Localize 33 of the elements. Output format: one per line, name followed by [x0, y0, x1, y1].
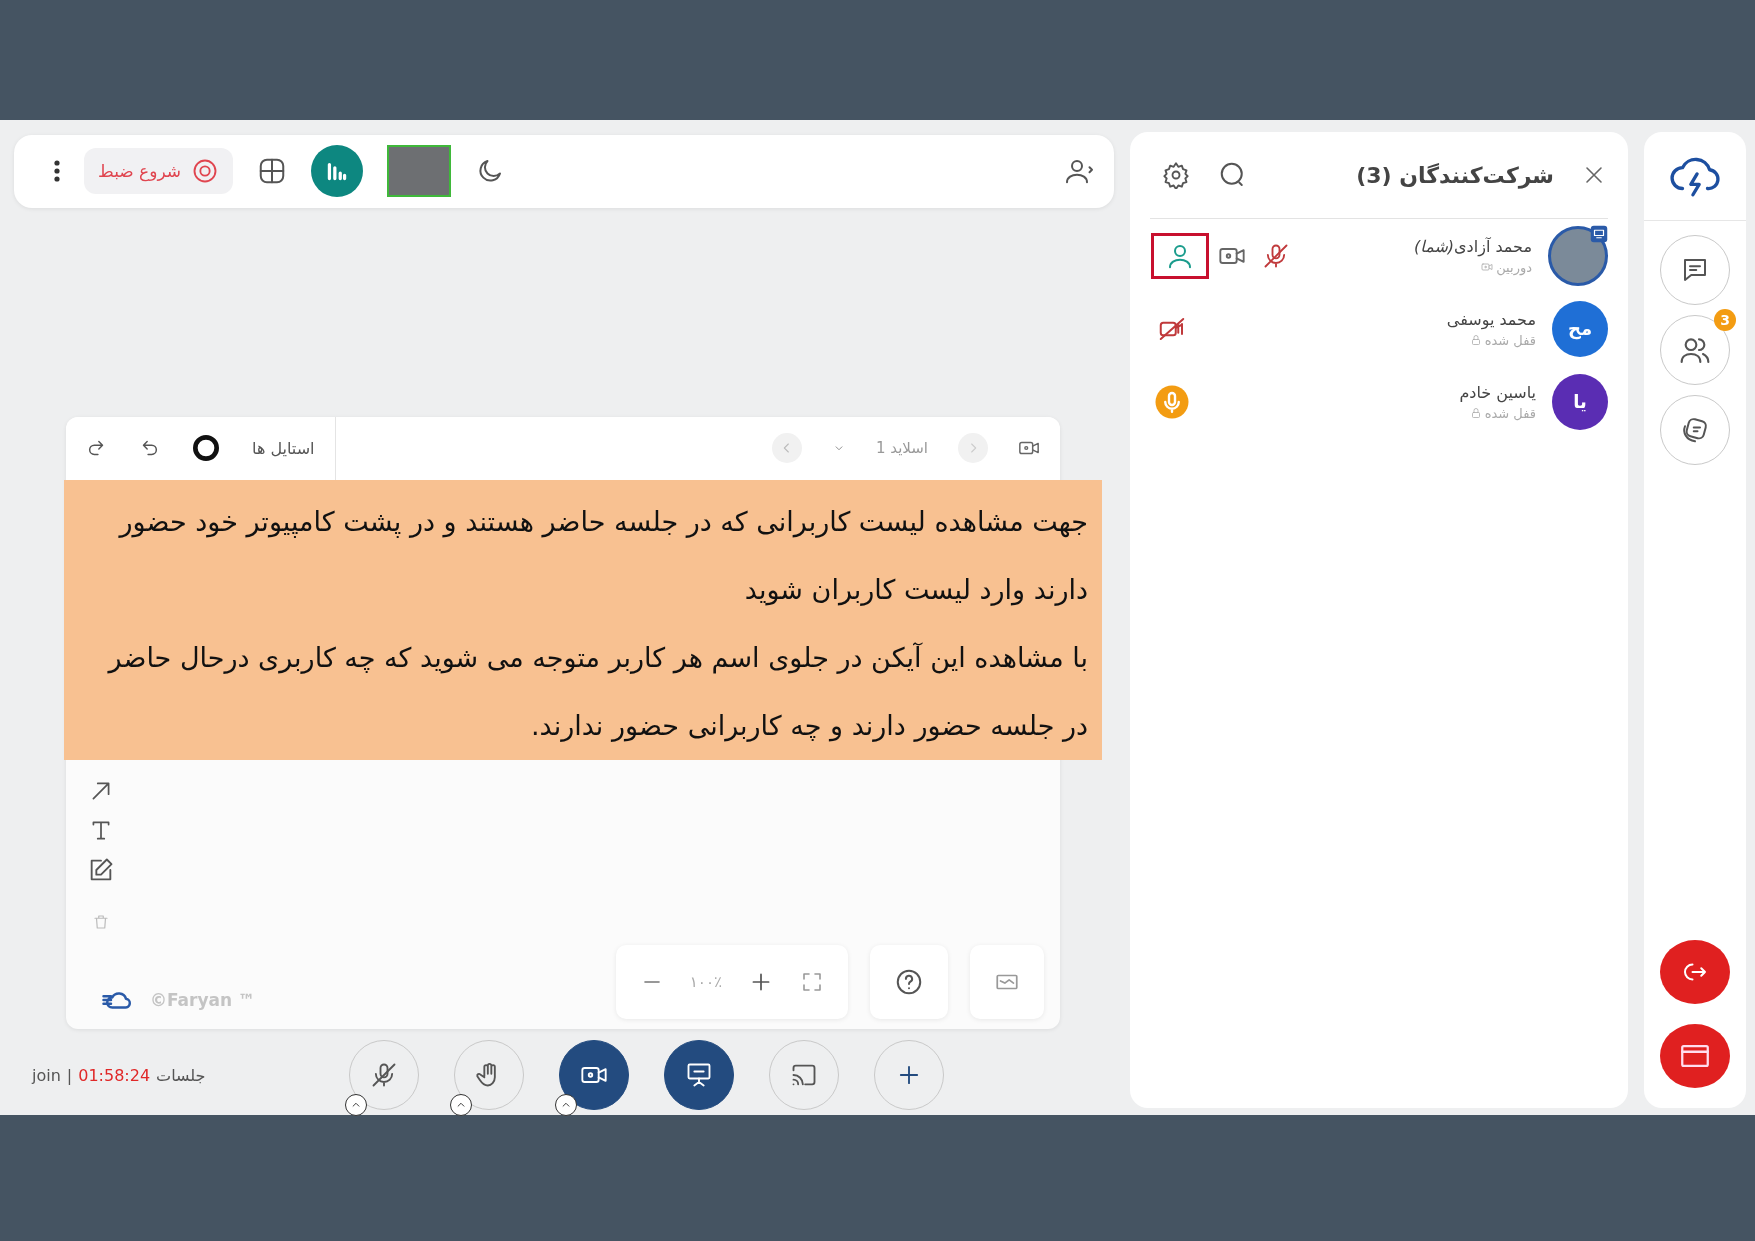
zoom-level: ۱۰۰٪ — [689, 973, 722, 992]
options-toggle[interactable] — [450, 1094, 472, 1117]
participant-name: محمد آزادی(شما) — [1414, 236, 1532, 256]
options-toggle[interactable] — [555, 1094, 577, 1117]
more-menu-icon[interactable] — [54, 160, 60, 183]
participant-row[interactable]: یاسین خادم قفل شده یا — [1150, 365, 1608, 438]
lock-icon — [1469, 407, 1482, 419]
participant-name: محمد یوسفی — [1446, 309, 1536, 329]
screen-share-icon — [1589, 224, 1609, 243]
styles-label[interactable]: استایل ها — [252, 416, 336, 480]
session-mode: join — [32, 1065, 61, 1085]
settings-icon[interactable] — [1162, 161, 1190, 189]
camera-icon — [1481, 261, 1494, 273]
lock-icon — [1469, 334, 1482, 346]
panel-title: شرکت‌کنندگان (3) — [1356, 162, 1554, 188]
participant-status: قفل شده — [1484, 332, 1536, 348]
avatar: مح — [1552, 300, 1608, 357]
avatar: یا — [1552, 373, 1608, 430]
participant-status: قفل شده — [1484, 405, 1536, 421]
tutorial-text: جهت مشاهده لیست کاربرانی که در جلسه حاضر هستند و در پشت کامپیوتر خود حضور دارند وارد لیست کاربران شوید — [117, 505, 1088, 608]
participant-row[interactable]: محمد یوسفی قفل شده مح — [1150, 292, 1608, 365]
record-button[interactable]: شروع ضبط — [84, 148, 234, 195]
notes-icon — [1680, 415, 1710, 445]
session-label: جلسات — [156, 1065, 206, 1085]
help-button[interactable] — [870, 945, 948, 1020]
session-timer: 01:58:24 — [78, 1065, 151, 1085]
tutorial-text: با مشاهده این آیکن در جلوی اسم هر کاربر متوجه می شوید که چه کاربری درحال حاضر در جلسه حضور دارند و چه کاربرانی حضور ندارند. — [106, 641, 1088, 744]
participant-name: یاسین خادم — [1459, 382, 1536, 402]
count-badge: 3 — [1714, 309, 1736, 331]
participant-row[interactable]: محمد آزادی(شما) دوربین — [1150, 219, 1608, 292]
participant-status: دوربین — [1496, 259, 1532, 275]
options-toggle[interactable] — [345, 1094, 367, 1117]
separator-text: | — [66, 1065, 73, 1085]
